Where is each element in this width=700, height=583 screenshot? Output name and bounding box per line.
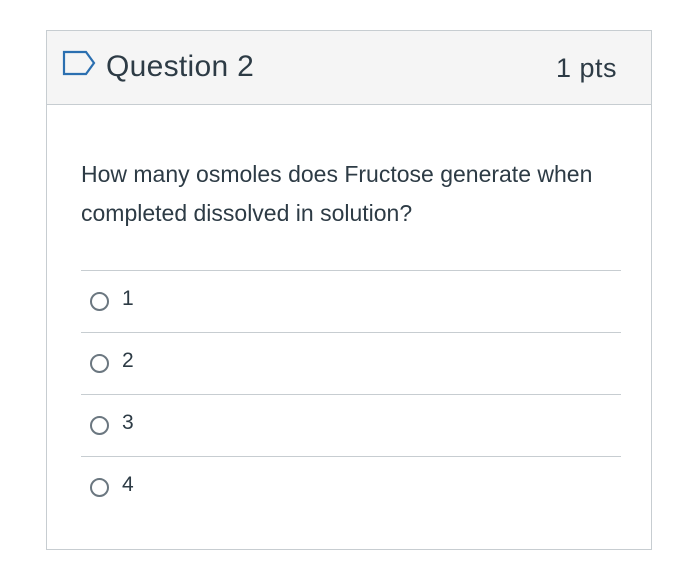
answer-label: 2 [122,349,134,372]
answer-label: 4 [122,473,134,496]
radio-button-icon[interactable] [90,354,109,373]
question-text: How many osmoles does Fructose generate … [81,161,593,226]
answer-option[interactable]: 1 [81,270,621,332]
question-header: Question 2 1 pts [47,31,651,105]
answer-option[interactable]: 2 [81,332,621,394]
radio-button-icon[interactable] [90,478,109,497]
radio-button-icon[interactable] [90,416,109,435]
answer-label: 3 [122,411,134,434]
answer-option[interactable]: 3 [81,394,621,456]
question-title: Question 2 [106,50,255,83]
radio-button-icon[interactable] [90,292,109,311]
answer-label: 1 [122,287,134,310]
answer-option[interactable]: 4 [81,456,621,518]
answer-list: 1 2 3 4 [81,270,621,518]
question-points: 1 pts [555,53,617,83]
flag-icon[interactable] [62,50,96,76]
question-card: Question 2 1 pts How many osmoles does F… [46,30,652,550]
